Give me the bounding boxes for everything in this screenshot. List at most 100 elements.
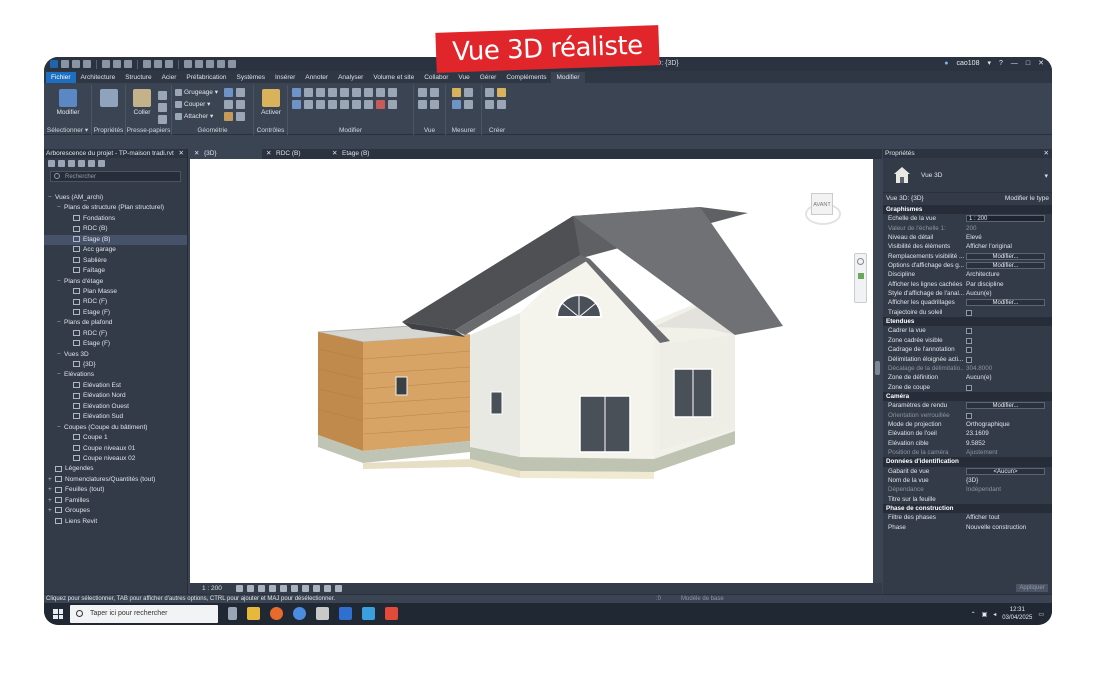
tree-item[interactable]: Légendes: [44, 464, 187, 474]
align-icon[interactable]: [292, 88, 301, 97]
tree-toggle-icon[interactable]: +: [48, 496, 55, 506]
tree-item[interactable]: Etage (B): [44, 234, 187, 246]
autocad-app-icon[interactable]: [362, 607, 375, 620]
browser-search-input[interactable]: Rechercher: [50, 171, 181, 182]
property-checkbox[interactable]: [966, 328, 972, 335]
file-explorer-icon[interactable]: [247, 607, 260, 620]
text-icon[interactable]: [165, 60, 173, 68]
instance-filter[interactable]: Vue 3D: {3D}: [886, 195, 924, 202]
tree-toggle-icon[interactable]: −: [57, 350, 64, 360]
view-3d-icon[interactable]: [48, 160, 55, 167]
close-tab-icon[interactable]: ✕: [266, 149, 271, 159]
volume-icon[interactable]: ◂: [993, 611, 996, 618]
tab-pr-fabrication[interactable]: Préfabrication: [181, 72, 231, 83]
property-section[interactable]: Données d'identification: [883, 457, 1052, 467]
sheet-icon[interactable]: [68, 160, 75, 167]
tab-architecture[interactable]: Architecture: [76, 72, 121, 83]
linework-icon[interactable]: [418, 100, 427, 109]
detail-level-icon[interactable]: [235, 585, 243, 592]
tree-item[interactable]: − Coupes (Coupe du bâtiment): [44, 423, 187, 433]
tree-item[interactable]: − Plans de plafond: [44, 318, 187, 328]
remove-paint-icon[interactable]: [236, 100, 245, 109]
property-value[interactable]: Orthographique: [966, 420, 1046, 429]
minimize-icon[interactable]: —: [1011, 60, 1018, 67]
network-icon[interactable]: ▣: [982, 611, 988, 618]
taskbar-search-input[interactable]: Taper ici pour rechercher: [70, 605, 218, 623]
revit-app-icon[interactable]: [339, 607, 352, 620]
tab-vue[interactable]: Vue: [453, 72, 474, 83]
property-value[interactable]: Par discipline: [966, 280, 1046, 289]
apply-button[interactable]: Appliquer: [1016, 584, 1048, 592]
save-icon[interactable]: [72, 60, 80, 68]
tree-item[interactable]: Coupe 1: [44, 433, 187, 443]
zoom-icon[interactable]: [857, 273, 864, 279]
tree-item[interactable]: Elévation Nord: [44, 391, 187, 401]
tree-item[interactable]: {3D}: [44, 360, 187, 370]
tree-item[interactable]: Coupe niveaux 02: [44, 454, 187, 464]
schedule-icon[interactable]: [78, 160, 85, 167]
copy-element-icon[interactable]: [304, 100, 313, 109]
split-face-icon[interactable]: [236, 88, 245, 97]
measure-along-icon[interactable]: [464, 88, 473, 97]
modify-button[interactable]: Modifier: [52, 89, 84, 116]
tree-toggle-icon[interactable]: −: [57, 203, 64, 213]
property-checkbox[interactable]: [966, 337, 972, 344]
link-icon[interactable]: [98, 160, 105, 167]
tree-item[interactable]: Plan Masse: [44, 287, 187, 297]
tree-item[interactable]: − Vues 3D: [44, 350, 187, 360]
tree-toggle-icon[interactable]: −: [48, 193, 55, 203]
override-icon[interactable]: [430, 88, 439, 97]
paste-button[interactable]: Coller: [131, 89, 153, 116]
join-roof-icon[interactable]: [236, 112, 245, 121]
close-hidden-icon[interactable]: [217, 60, 225, 68]
property-section[interactable]: Etendues: [883, 317, 1052, 327]
undo-icon[interactable]: [102, 60, 110, 68]
create-parts-icon[interactable]: [497, 88, 506, 97]
reveal-icon[interactable]: [334, 585, 342, 592]
close-icon[interactable]: ✕: [179, 149, 184, 158]
tab-modifier[interactable]: Modifier: [551, 72, 585, 83]
tree-item[interactable]: + Groupes: [44, 506, 187, 516]
array-icon[interactable]: [364, 88, 373, 97]
tree-item[interactable]: Etage (F): [44, 308, 187, 318]
property-value[interactable]: 23.1609: [966, 429, 1046, 438]
mirror-axis-icon[interactable]: [316, 88, 325, 97]
property-checkbox[interactable]: [966, 309, 972, 316]
create-similar-icon[interactable]: [497, 100, 506, 109]
tree-item[interactable]: Coupe niveaux 01: [44, 444, 187, 454]
tab-g-rer[interactable]: Gérer: [475, 72, 502, 83]
tab-collabor[interactable]: Collabor: [419, 72, 453, 83]
tab-acier[interactable]: Acier: [157, 72, 182, 83]
section-icon[interactable]: [195, 60, 203, 68]
extra-modify-icon[interactable]: [388, 100, 397, 109]
tab-analyser[interactable]: Analyser: [333, 72, 368, 83]
tree-item[interactable]: − Plans de structure (Plan structurel): [44, 203, 187, 213]
activate-button[interactable]: Activer: [259, 89, 283, 116]
create-assembly-icon[interactable]: [485, 88, 494, 97]
tree-toggle-icon[interactable]: −: [57, 318, 64, 328]
maximize-icon[interactable]: □: [1026, 60, 1030, 67]
tree-item[interactable]: Elévation Ouest: [44, 402, 187, 412]
property-section[interactable]: Graphismes: [883, 205, 1052, 215]
visual-style-icon[interactable]: [246, 585, 254, 592]
copy-icon[interactable]: [158, 91, 167, 100]
edit-type-button[interactable]: Modifier le type: [1005, 195, 1049, 202]
property-edit-button[interactable]: Modifier...: [966, 262, 1045, 270]
view-cube[interactable]: AVANT: [795, 189, 843, 237]
view-scale[interactable]: 1 : 200: [202, 585, 222, 592]
tab-structure[interactable]: Structure: [120, 72, 156, 83]
tree-item[interactable]: + Nomenclatures/Quantités (tout): [44, 475, 187, 485]
property-checkbox[interactable]: [966, 384, 972, 391]
camera-icon[interactable]: [58, 160, 65, 167]
thin-lines-icon[interactable]: [206, 60, 214, 68]
property-edit-button[interactable]: <Aucun>: [966, 467, 1045, 475]
tree-toggle-icon[interactable]: −: [57, 370, 64, 380]
dimension-dropdown-icon[interactable]: [464, 100, 473, 109]
create-group-icon[interactable]: [485, 100, 494, 109]
tree-item[interactable]: − Vues (AM_archi): [44, 193, 187, 203]
task-view-icon[interactable]: [228, 607, 237, 620]
delete-icon[interactable]: [376, 100, 385, 109]
firefox-icon[interactable]: [270, 607, 283, 620]
trim-single-icon[interactable]: [340, 100, 349, 109]
wall-join-icon[interactable]: [224, 88, 233, 97]
